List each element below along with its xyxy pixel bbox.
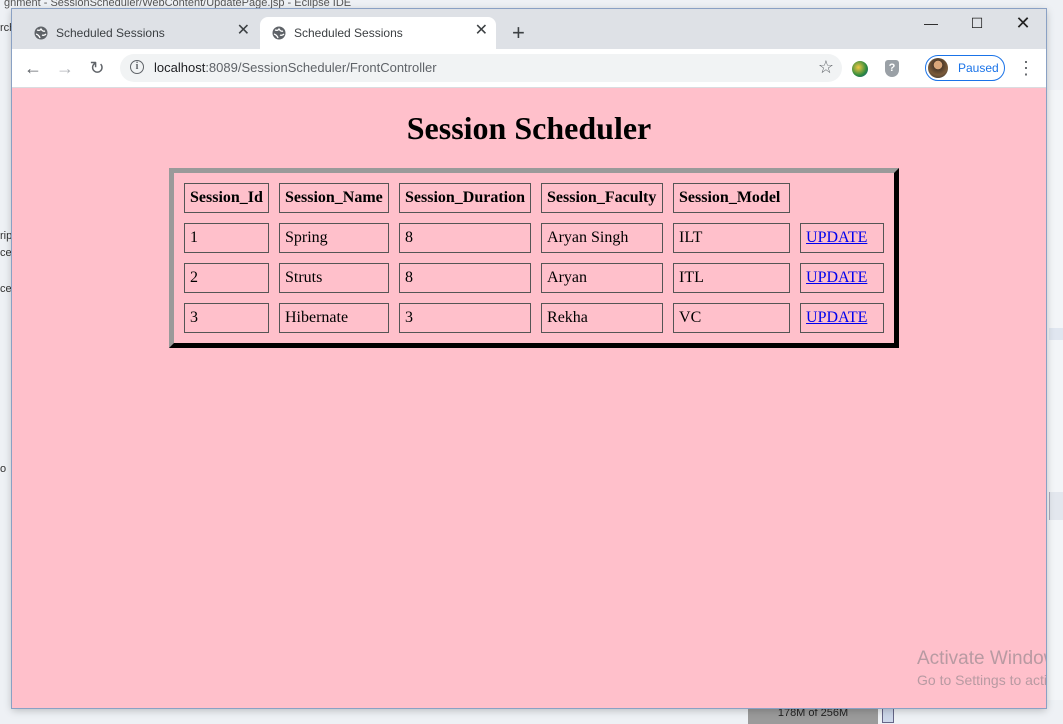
browser-toolbar: ← → ↻ i localhost:8089/SessionScheduler/…: [12, 49, 1046, 88]
cell-id: 1: [184, 223, 269, 253]
update-link[interactable]: UPDATE: [806, 309, 867, 326]
tab-scheduled-sessions-1[interactable]: Scheduled Sessions ✕: [22, 17, 258, 49]
header-session-model: Session_Model: [673, 183, 791, 213]
close-window-button[interactable]: ✕: [1000, 13, 1046, 33]
cell-duration: 8: [399, 223, 532, 253]
sessions-table: Session_Id Session_Name Session_Duration…: [169, 168, 900, 348]
watermark-line2: Go to Settings to activate Windows.: [917, 672, 1046, 688]
header-session-name: Session_Name: [279, 183, 389, 213]
cell-duration: 3: [399, 303, 532, 333]
ide-fragment: rip: [0, 230, 13, 242]
maximize-button[interactable]: ☐: [954, 13, 1000, 33]
tab-close-icon[interactable]: ✕: [475, 23, 488, 39]
ide-title: gnment - SessionScheduler/WebContent/Upd…: [4, 0, 352, 9]
tab-title: Scheduled Sessions: [294, 26, 403, 40]
cell-duration: 8: [399, 263, 532, 293]
url-host: localhost: [154, 60, 206, 75]
url-text[interactable]: localhost:8089/SessionScheduler/FrontCon…: [154, 60, 437, 75]
url-path: :8089/SessionScheduler/FrontController: [205, 60, 437, 75]
profile-button[interactable]: Paused: [925, 55, 1005, 81]
header-session-duration: Session_Duration: [399, 183, 532, 213]
new-tab-button[interactable]: +: [512, 22, 525, 44]
cell-faculty: Rekha: [541, 303, 664, 333]
ide-fragment: o: [0, 463, 7, 475]
update-link[interactable]: UPDATE: [806, 269, 867, 286]
tab-scheduled-sessions-2[interactable]: Scheduled Sessions ✕: [260, 17, 496, 49]
minimize-button[interactable]: —: [908, 13, 954, 33]
cell-name: Struts: [279, 263, 389, 293]
tab-title: Scheduled Sessions: [56, 26, 165, 40]
cell-id: 3: [184, 303, 269, 333]
ide-fragment: ce: [0, 247, 12, 259]
profile-status: Paused: [958, 61, 999, 75]
shield-extension-icon[interactable]: ?: [885, 60, 899, 77]
globe-icon: [272, 26, 286, 40]
cell-model: ITL: [673, 263, 791, 293]
forward-icon[interactable]: →: [54, 57, 76, 79]
browser-window: Scheduled Sessions ✕ Scheduled Sessions …: [12, 9, 1046, 708]
address-bar[interactable]: i localhost:8089/SessionScheduler/FrontC…: [120, 54, 842, 82]
cell-id: 2: [184, 263, 269, 293]
page-title: Session Scheduler: [406, 110, 652, 146]
cell-faculty: Aryan Singh: [541, 223, 664, 253]
cell-action: UPDATE: [800, 263, 885, 293]
cell-model: ILT: [673, 223, 791, 253]
cell-name: Spring: [279, 223, 389, 253]
table-row: 3 Hibernate 3 Rekha VC UPDATE: [184, 303, 885, 333]
table-row: 2 Struts 8 Aryan ITL UPDATE: [184, 263, 885, 293]
ide-right-panel: [1047, 90, 1063, 700]
kebab-menu-icon[interactable]: ⋮: [1017, 59, 1035, 77]
header-session-id: Session_Id: [184, 183, 269, 213]
table-row: 1 Spring 8 Aryan Singh ILT UPDATE: [184, 223, 885, 253]
header-blank: [800, 183, 884, 213]
cell-action: UPDATE: [800, 303, 885, 333]
cell-name: Hibernate: [279, 303, 389, 333]
extension-icon[interactable]: [852, 61, 868, 77]
tab-strip: Scheduled Sessions ✕ Scheduled Sessions …: [12, 9, 1046, 49]
cell-model: VC: [673, 303, 791, 333]
tab-close-icon[interactable]: ✕: [237, 23, 250, 39]
back-icon[interactable]: ←: [22, 57, 44, 79]
update-link[interactable]: UPDATE: [806, 229, 867, 246]
cell-faculty: Aryan: [541, 263, 664, 293]
bookmark-star-icon[interactable]: ☆: [818, 57, 834, 78]
ide-highlight-line: [1049, 328, 1063, 340]
header-session-faculty: Session_Faculty: [541, 183, 664, 213]
watermark-line1: Activate Windows: [917, 648, 1046, 669]
info-icon[interactable]: i: [130, 60, 144, 74]
table-header-row: Session_Id Session_Name Session_Duration…: [184, 183, 884, 213]
avatar: [928, 58, 948, 78]
ide-console-icon[interactable]: [1049, 492, 1063, 520]
page-content: Session Scheduler Session_Id Session_Nam…: [12, 88, 1046, 708]
globe-icon: [34, 26, 48, 40]
reload-icon[interactable]: ↻: [86, 57, 108, 79]
activation-watermark: Activate Windows Go to Settings to activ…: [917, 648, 1046, 688]
cell-action: UPDATE: [800, 223, 885, 253]
